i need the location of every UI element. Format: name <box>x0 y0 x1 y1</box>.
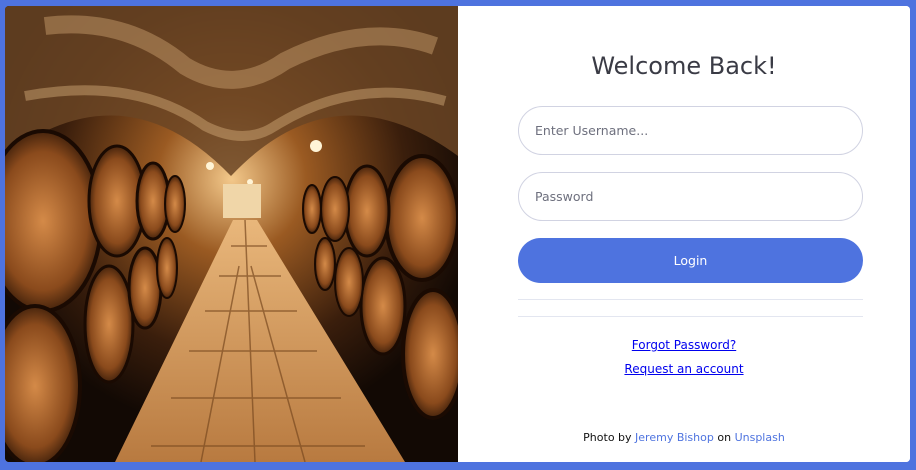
login-panel: Welcome Back! Login Forgot Password? Req… <box>458 6 910 462</box>
photo-credit: Photo by Jeremy Bishop on Unsplash <box>458 431 910 444</box>
credit-middle: on <box>717 431 732 444</box>
forgot-password-link[interactable]: Forgot Password? <box>632 338 736 352</box>
divider <box>518 299 863 300</box>
forgot-password-link-wrapper: Forgot Password? <box>458 338 910 352</box>
login-button[interactable]: Login <box>518 238 863 283</box>
divider <box>518 316 863 317</box>
unsplash-link[interactable]: Unsplash <box>735 431 785 444</box>
wine-cellar-photo <box>5 6 458 462</box>
credit-prefix: Photo by <box>583 431 632 444</box>
author-link[interactable]: Jeremy Bishop <box>635 431 714 444</box>
request-account-link-wrapper: Request an account <box>458 362 910 376</box>
page-title: Welcome Back! <box>591 52 777 80</box>
password-input[interactable] <box>518 172 863 221</box>
cellar-illustration <box>5 6 458 462</box>
request-account-link[interactable]: Request an account <box>624 362 743 376</box>
username-input[interactable] <box>518 106 863 155</box>
login-card: Welcome Back! Login Forgot Password? Req… <box>5 6 910 462</box>
